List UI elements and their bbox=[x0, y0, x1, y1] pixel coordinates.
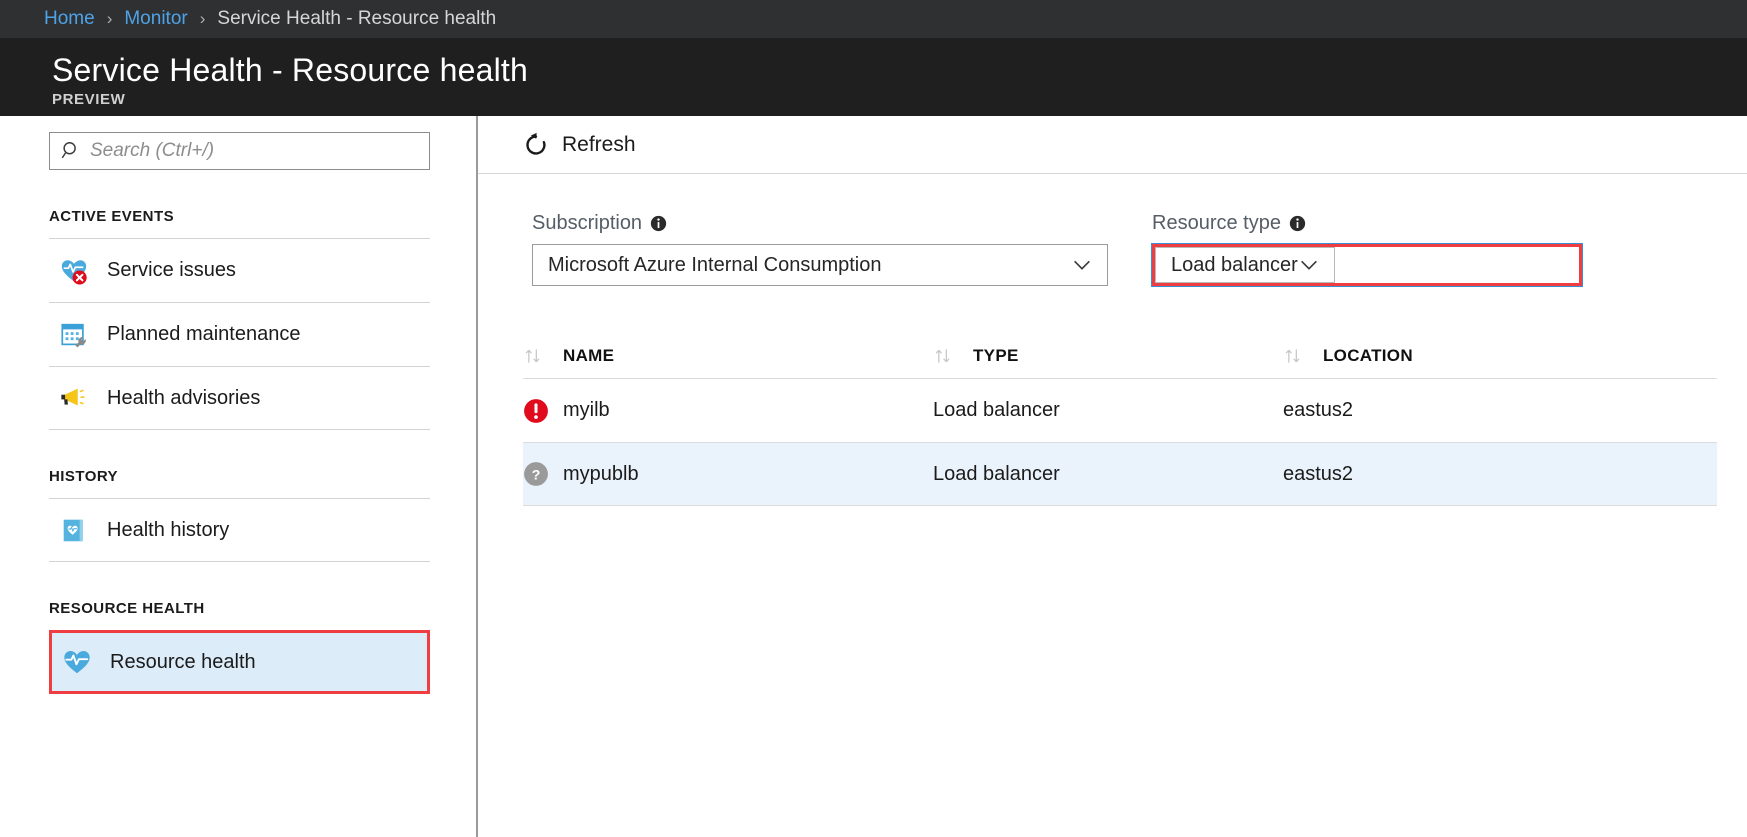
page-title: Service Health - Resource health bbox=[52, 52, 1747, 89]
filter-row: Subscription Microsoft Azure Internal Co… bbox=[478, 174, 1747, 286]
subscription-field: Subscription Microsoft Azure Internal Co… bbox=[532, 212, 1108, 286]
sidebar-item-label: Resource health bbox=[110, 651, 256, 674]
resources-table: NAME TYPE LOCATION bbox=[523, 334, 1747, 506]
sort-updown-icon bbox=[933, 346, 953, 366]
heart-pulse-icon bbox=[62, 647, 92, 677]
sidebar-item-label: Service issues bbox=[107, 259, 236, 282]
sidebar-item-label: Health history bbox=[107, 519, 229, 542]
main-content: Refresh Subscription Microsoft Azure I bbox=[478, 116, 1747, 837]
column-header-label: LOCATION bbox=[1323, 346, 1413, 366]
cell-location: eastus2 bbox=[1283, 399, 1613, 422]
cell-name: myilb bbox=[523, 398, 933, 424]
sidebar-item-service-issues[interactable]: Service issues bbox=[49, 238, 430, 302]
column-header-location[interactable]: LOCATION bbox=[1283, 346, 1613, 366]
subscription-value: Microsoft Azure Internal Consumption bbox=[548, 254, 882, 277]
info-icon[interactable] bbox=[1289, 215, 1306, 232]
command-bar: Refresh bbox=[478, 116, 1747, 174]
column-header-type[interactable]: TYPE bbox=[933, 346, 1283, 366]
chevron-down-icon bbox=[1071, 254, 1093, 276]
table-row[interactable]: myilb Load balancer eastus2 bbox=[523, 378, 1717, 442]
resource-name: myilb bbox=[563, 399, 610, 422]
sidebar-section-heading-history: HISTORY bbox=[49, 468, 430, 485]
azure-portal-blade: Home › Monitor › Service Health - Resour… bbox=[0, 0, 1747, 837]
subscription-label: Subscription bbox=[532, 212, 642, 235]
breadcrumb: Home › Monitor › Service Health - Resour… bbox=[0, 0, 1747, 38]
search-input[interactable] bbox=[90, 140, 419, 162]
table-row[interactable]: ? mypublb Load balancer eastus2 bbox=[523, 442, 1717, 506]
cell-type: Load balancer bbox=[933, 399, 1283, 422]
refresh-label: Refresh bbox=[562, 133, 636, 157]
search-icon bbox=[60, 140, 82, 162]
breadcrumb-item-current: Service Health - Resource health bbox=[217, 8, 496, 30]
sidebar-item-health-history[interactable]: Health history bbox=[49, 498, 430, 562]
sort-updown-icon bbox=[1283, 346, 1303, 366]
sidebar-item-label: Planned maintenance bbox=[107, 323, 300, 346]
blade-title-band: Service Health - Resource health PREVIEW bbox=[0, 38, 1747, 116]
unknown-icon: ? bbox=[523, 461, 549, 487]
sidebar-section-heading-active-events: ACTIVE EVENTS bbox=[49, 208, 430, 225]
sidebar-item-health-advisories[interactable]: Health advisories bbox=[49, 366, 430, 430]
resource-type-field: Resource type Load balancer bbox=[1152, 212, 1582, 286]
chevron-down-icon bbox=[1298, 254, 1320, 276]
resource-type-label-row: Resource type bbox=[1152, 212, 1582, 235]
sidebar-item-resource-health-highlight: Resource health bbox=[49, 630, 430, 694]
info-icon[interactable] bbox=[650, 215, 667, 232]
sidebar-section-active-events: ACTIVE EVENTS Service issues bbox=[49, 208, 430, 430]
svg-text:?: ? bbox=[532, 466, 541, 482]
refresh-button[interactable]: Refresh bbox=[523, 132, 636, 158]
blade-body: ACTIVE EVENTS Service issues bbox=[0, 116, 1747, 837]
column-header-label: TYPE bbox=[973, 346, 1019, 366]
heart-pulse-error-icon bbox=[59, 256, 89, 286]
breadcrumb-item-monitor[interactable]: Monitor bbox=[124, 8, 187, 30]
resource-name: mypublb bbox=[563, 463, 639, 486]
calendar-wrench-icon bbox=[59, 320, 89, 350]
cell-name: ? mypublb bbox=[523, 461, 933, 487]
sidebar-item-label: Health advisories bbox=[107, 387, 260, 410]
sidebar-section-heading-resource-health: RESOURCE HEALTH bbox=[49, 600, 430, 617]
breadcrumb-separator-icon: › bbox=[107, 9, 113, 29]
resource-type-value: Load balancer bbox=[1171, 254, 1298, 277]
subscription-label-row: Subscription bbox=[532, 212, 1108, 235]
refresh-icon bbox=[523, 132, 549, 158]
sidebar: ACTIVE EVENTS Service issues bbox=[0, 116, 478, 837]
column-header-name[interactable]: NAME bbox=[523, 346, 933, 366]
sidebar-section-history: HISTORY Health history bbox=[49, 468, 430, 562]
breadcrumb-item-home[interactable]: Home bbox=[44, 8, 95, 30]
sidebar-item-planned-maintenance[interactable]: Planned maintenance bbox=[49, 302, 430, 366]
book-heart-icon bbox=[59, 515, 89, 545]
resource-type-dropdown-inner: Load balancer bbox=[1155, 247, 1335, 283]
megaphone-icon bbox=[59, 383, 89, 413]
sidebar-item-resource-health[interactable]: Resource health bbox=[52, 633, 427, 691]
breadcrumb-separator-icon: › bbox=[200, 9, 206, 29]
sort-updown-icon bbox=[523, 346, 543, 366]
table-header-row: NAME TYPE LOCATION bbox=[523, 334, 1717, 378]
subscription-dropdown[interactable]: Microsoft Azure Internal Consumption bbox=[532, 244, 1108, 286]
error-icon bbox=[523, 398, 549, 424]
preview-badge: PREVIEW bbox=[52, 91, 1747, 108]
sidebar-section-resource-health: RESOURCE HEALTH Resource health bbox=[49, 600, 430, 694]
cell-location: eastus2 bbox=[1283, 463, 1613, 486]
cell-type: Load balancer bbox=[933, 463, 1283, 486]
resource-type-label: Resource type bbox=[1152, 212, 1281, 235]
sidebar-search[interactable] bbox=[49, 132, 430, 170]
resource-type-dropdown[interactable]: Load balancer bbox=[1152, 244, 1582, 286]
column-header-label: NAME bbox=[563, 346, 614, 366]
